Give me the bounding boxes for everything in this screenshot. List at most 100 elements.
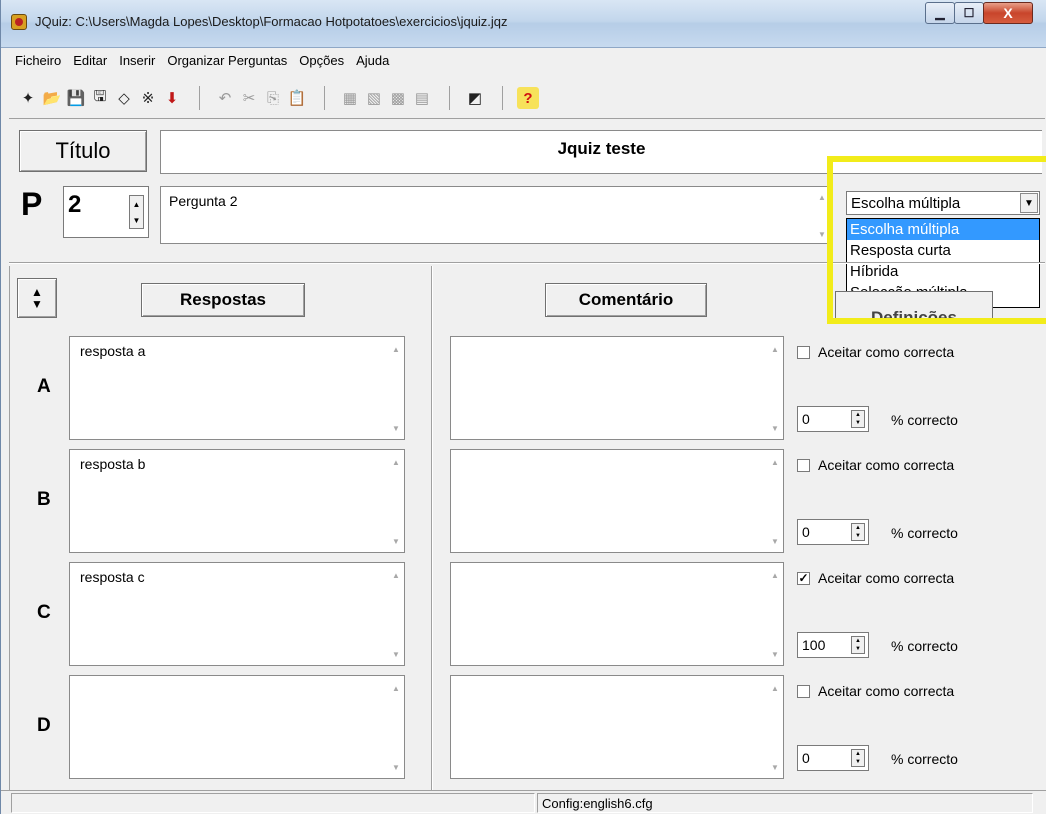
comment-scrollbar[interactable]: ▲ ▼: [767, 676, 783, 778]
scroll-down-icon[interactable]: ▼: [392, 763, 400, 772]
save-icon[interactable]: 💾: [65, 87, 87, 109]
percent-spinner[interactable]: ▲ ▼: [851, 636, 865, 654]
scroll-down-icon[interactable]: ▼: [818, 230, 826, 239]
maximize-button[interactable]: ☐: [954, 2, 984, 24]
scroll-down-icon[interactable]: ▼: [771, 424, 779, 433]
accept-correct-checkbox[interactable]: [797, 345, 810, 359]
scroll-up-icon[interactable]: ▲: [771, 684, 779, 693]
menu-organizar-perguntas[interactable]: Organizar Perguntas: [161, 53, 293, 68]
menu-opcoes[interactable]: Opções: [293, 53, 350, 68]
percent-value: 100: [802, 637, 826, 653]
scroll-up-icon[interactable]: ▲: [771, 458, 779, 467]
help-icon[interactable]: ?: [517, 87, 539, 109]
scroll-up-icon[interactable]: ▲: [392, 458, 400, 467]
answer-scrollbar[interactable]: ▲ ▼: [388, 337, 404, 439]
scroll-up-icon[interactable]: ▲: [771, 345, 779, 354]
question-number-spinner[interactable]: 2 ▲ ▼: [63, 186, 149, 238]
spin-down-icon[interactable]: ▼: [855, 420, 861, 426]
open-folder-icon[interactable]: 📂: [41, 87, 63, 109]
titulo-button[interactable]: Título: [19, 130, 147, 172]
close-button[interactable]: X: [983, 2, 1033, 24]
answer-text-field[interactable]: resposta b ▲ ▼: [69, 449, 405, 553]
percent-correct-label: % correcto: [891, 412, 958, 428]
spinner-arrows[interactable]: ▲ ▼: [129, 195, 144, 229]
percent-correct-input[interactable]: 100 ▲ ▼: [797, 632, 869, 658]
comment-field[interactable]: ▲ ▼: [450, 675, 784, 779]
new-file-icon[interactable]: ✦: [17, 87, 39, 109]
arrow-down-icon[interactable]: ⬇: [161, 87, 183, 109]
menu-ficheiro[interactable]: Ficheiro: [9, 53, 67, 68]
percent-spinner[interactable]: ▲ ▼: [851, 410, 865, 428]
comentario-button[interactable]: Comentário: [545, 283, 707, 317]
comment-field[interactable]: ▲ ▼: [450, 336, 784, 440]
menu-inserir[interactable]: Inserir: [113, 53, 161, 68]
spin-down-icon[interactable]: ▼: [855, 759, 861, 765]
spin-down-icon[interactable]: ▼: [855, 646, 861, 652]
paste-icon[interactable]: 📋: [286, 87, 308, 109]
media-icon[interactable]: ▤: [411, 87, 433, 109]
menu-ajuda[interactable]: Ajuda: [350, 53, 395, 68]
answer-scrollbar[interactable]: ▲ ▼: [388, 676, 404, 778]
scroll-up-icon[interactable]: ▲: [392, 571, 400, 580]
answer-scrollbar[interactable]: ▲ ▼: [388, 563, 404, 665]
percent-correct-input[interactable]: 0 ▲ ▼: [797, 406, 869, 432]
percent-spinner[interactable]: ▲ ▼: [851, 749, 865, 767]
scroll-up-icon[interactable]: ▲: [818, 193, 826, 202]
answer-row: Aresposta a ▲ ▼ ▲ ▼ Aceitar como correcta 0 ▲ ▼%…: [1, 336, 1046, 448]
spin-up-icon[interactable]: ▲: [855, 638, 861, 644]
answer-text-field[interactable]: resposta c ▲ ▼: [69, 562, 405, 666]
scroll-down-icon[interactable]: ▼: [771, 763, 779, 772]
spin-down-icon[interactable]: ▼: [855, 533, 861, 539]
spin-up-icon[interactable]: ▲: [855, 412, 861, 418]
add-question-icon[interactable]: ▦: [339, 87, 361, 109]
answer-text-field[interactable]: ▲ ▼: [69, 675, 405, 779]
web-export-icon[interactable]: ※: [137, 87, 159, 109]
percent-value: 0: [802, 750, 810, 766]
respostas-button[interactable]: Respostas: [141, 283, 305, 317]
reorder-answers-button[interactable]: ▲ ▼: [17, 278, 57, 318]
scroll-down-icon[interactable]: ▼: [771, 537, 779, 546]
scroll-up-icon[interactable]: ▲: [392, 684, 400, 693]
spin-down-icon[interactable]: ▼: [133, 216, 141, 225]
comment-field[interactable]: ▲ ▼: [450, 562, 784, 666]
accept-correct-option[interactable]: Aceitar como correcta: [797, 344, 954, 360]
accept-correct-checkbox[interactable]: ✓: [797, 571, 810, 585]
minimize-button[interactable]: ▁: [925, 2, 955, 24]
comment-scrollbar[interactable]: ▲ ▼: [767, 563, 783, 665]
spin-up-icon[interactable]: ▲: [855, 751, 861, 757]
percent-spinner[interactable]: ▲ ▼: [851, 523, 865, 541]
accept-correct-option[interactable]: ✓ Aceitar como correcta: [797, 570, 954, 586]
eraser-icon[interactable]: ◇: [113, 87, 135, 109]
answer-letter: A: [37, 376, 51, 397]
scroll-up-icon[interactable]: ▲: [392, 345, 400, 354]
accept-correct-checkbox[interactable]: [797, 458, 810, 472]
spin-up-icon[interactable]: ▲: [855, 525, 861, 531]
comment-scrollbar[interactable]: ▲ ▼: [767, 337, 783, 439]
undo-icon[interactable]: ↶: [214, 87, 236, 109]
comment-field[interactable]: ▲ ▼: [450, 449, 784, 553]
percent-correct-input[interactable]: 0 ▲ ▼: [797, 745, 869, 771]
spin-up-icon[interactable]: ▲: [133, 200, 141, 209]
answer-text-field[interactable]: resposta a ▲ ▼: [69, 336, 405, 440]
config-icon[interactable]: ◩: [464, 87, 486, 109]
link-icon[interactable]: ▩: [387, 87, 409, 109]
cut-icon[interactable]: ✂: [238, 87, 260, 109]
scroll-down-icon[interactable]: ▼: [771, 650, 779, 659]
scroll-down-icon[interactable]: ▼: [392, 650, 400, 659]
answer-text: resposta c: [80, 569, 145, 585]
menu-editar[interactable]: Editar: [67, 53, 113, 68]
scroll-up-icon[interactable]: ▲: [771, 571, 779, 580]
copy-icon[interactable]: ⎘: [262, 87, 284, 109]
save-as-icon[interactable]: 🖫: [89, 87, 111, 109]
question-text: Pergunta 2: [169, 193, 238, 209]
comment-scrollbar[interactable]: ▲ ▼: [767, 450, 783, 552]
scroll-down-icon[interactable]: ▼: [392, 424, 400, 433]
accept-correct-option[interactable]: Aceitar como correcta: [797, 683, 954, 699]
question-text-field[interactable]: Pergunta 2 ▲ ▼: [160, 186, 830, 244]
accept-correct-checkbox[interactable]: [797, 684, 810, 698]
accept-correct-option[interactable]: Aceitar como correcta: [797, 457, 954, 473]
scroll-down-icon[interactable]: ▼: [392, 537, 400, 546]
percent-correct-input[interactable]: 0 ▲ ▼: [797, 519, 869, 545]
answer-scrollbar[interactable]: ▲ ▼: [388, 450, 404, 552]
insert-image-icon[interactable]: ▧: [363, 87, 385, 109]
